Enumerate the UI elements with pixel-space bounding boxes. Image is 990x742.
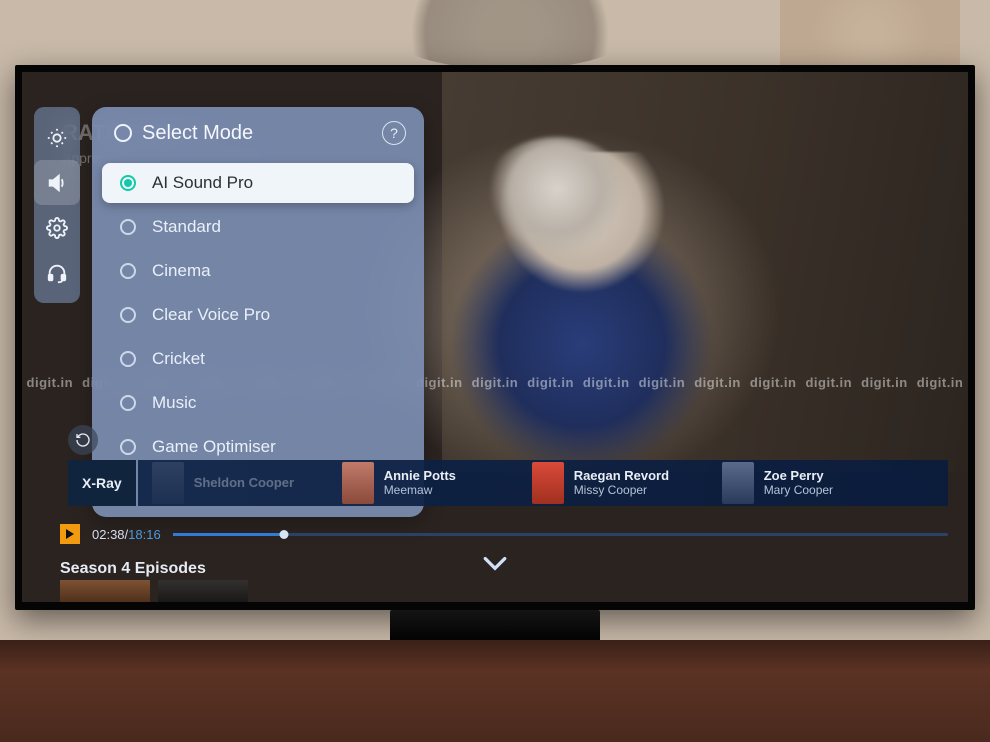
cast-role: Missy Cooper bbox=[574, 484, 669, 498]
episode-thumbs bbox=[60, 580, 948, 602]
episode-thumb[interactable] bbox=[158, 580, 248, 602]
gear-icon[interactable] bbox=[34, 205, 80, 250]
seek-head[interactable] bbox=[280, 530, 289, 539]
mode-option-ai-sound-pro[interactable]: AI Sound Pro bbox=[102, 163, 414, 203]
cast-name: Zoe Perry bbox=[764, 469, 833, 484]
tv-screen: digit.indigit.in digit.indigit.in digit.… bbox=[22, 72, 968, 602]
headset-icon[interactable] bbox=[34, 250, 80, 295]
sound-mode-panel: Select Mode ? AI Sound Pro Standard Cine… bbox=[92, 107, 424, 517]
radio-icon bbox=[120, 307, 136, 323]
cast-name: Sheldon Cooper bbox=[194, 476, 294, 491]
brightness-icon[interactable] bbox=[34, 115, 80, 160]
help-button[interactable]: ? bbox=[382, 121, 406, 145]
episode-thumb[interactable] bbox=[60, 580, 150, 602]
option-label: Clear Voice Pro bbox=[152, 305, 270, 325]
season-label[interactable]: Season 4 Episodes bbox=[60, 560, 206, 578]
mode-option-cinema[interactable]: Cinema bbox=[102, 251, 414, 291]
radio-icon bbox=[120, 219, 136, 235]
radio-icon bbox=[120, 175, 136, 191]
volume-icon[interactable] bbox=[34, 160, 80, 205]
mode-option-cricket[interactable]: Cricket bbox=[102, 339, 414, 379]
cast-item[interactable]: Sheldon Cooper bbox=[138, 462, 328, 504]
search-icon bbox=[114, 124, 132, 142]
cast-item[interactable]: Zoe Perry Mary Cooper bbox=[708, 462, 898, 504]
radio-icon bbox=[120, 439, 136, 455]
playback-time: 02:38/18:16 bbox=[92, 527, 161, 542]
wall-decor-round bbox=[380, 0, 640, 70]
chevron-down-icon[interactable] bbox=[477, 552, 513, 576]
cast-item[interactable]: Raegan Revord Missy Cooper bbox=[518, 462, 708, 504]
radio-icon bbox=[120, 395, 136, 411]
radio-icon bbox=[120, 351, 136, 367]
option-label: Cricket bbox=[152, 349, 205, 369]
cast-role: Mary Cooper bbox=[764, 484, 833, 498]
cast-name: Annie Potts bbox=[384, 469, 456, 484]
radio-icon bbox=[120, 263, 136, 279]
cast-thumb bbox=[152, 462, 184, 504]
cast-thumb bbox=[342, 462, 374, 504]
table-surface bbox=[0, 640, 990, 742]
option-label: AI Sound Pro bbox=[152, 173, 253, 193]
cast-role: Meemaw bbox=[384, 484, 456, 498]
player-bar: 02:38/18:16 bbox=[60, 524, 948, 544]
xray-label[interactable]: X-Ray bbox=[68, 460, 136, 506]
seek-fill bbox=[173, 533, 285, 536]
undo-button[interactable] bbox=[68, 425, 98, 455]
mode-option-clear-voice-pro[interactable]: Clear Voice Pro bbox=[102, 295, 414, 335]
play-button[interactable] bbox=[60, 524, 80, 544]
cast-thumb bbox=[722, 462, 754, 504]
settings-sidebar bbox=[34, 107, 80, 303]
seek-track[interactable] bbox=[173, 533, 948, 536]
wall-decor-right bbox=[780, 0, 960, 70]
cast-thumb bbox=[532, 462, 564, 504]
xray-bar: X-Ray Sheldon Cooper Annie Potts Meemaw bbox=[68, 460, 948, 506]
option-label: Cinema bbox=[152, 261, 211, 281]
mode-option-standard[interactable]: Standard bbox=[102, 207, 414, 247]
option-label: Game Optimiser bbox=[152, 437, 276, 457]
mode-option-list: AI Sound Pro Standard Cinema Clear Voice… bbox=[92, 163, 424, 467]
video-hair bbox=[477, 137, 637, 267]
cast-item[interactable]: Annie Potts Meemaw bbox=[328, 462, 518, 504]
cast-name: Raegan Revord bbox=[574, 469, 669, 484]
option-label: Music bbox=[152, 393, 196, 413]
option-label: Standard bbox=[152, 217, 221, 237]
panel-title: Select Mode bbox=[114, 122, 253, 145]
cast-strip[interactable]: Sheldon Cooper Annie Potts Meemaw Raegan… bbox=[138, 460, 948, 506]
mode-option-music[interactable]: Music bbox=[102, 383, 414, 423]
